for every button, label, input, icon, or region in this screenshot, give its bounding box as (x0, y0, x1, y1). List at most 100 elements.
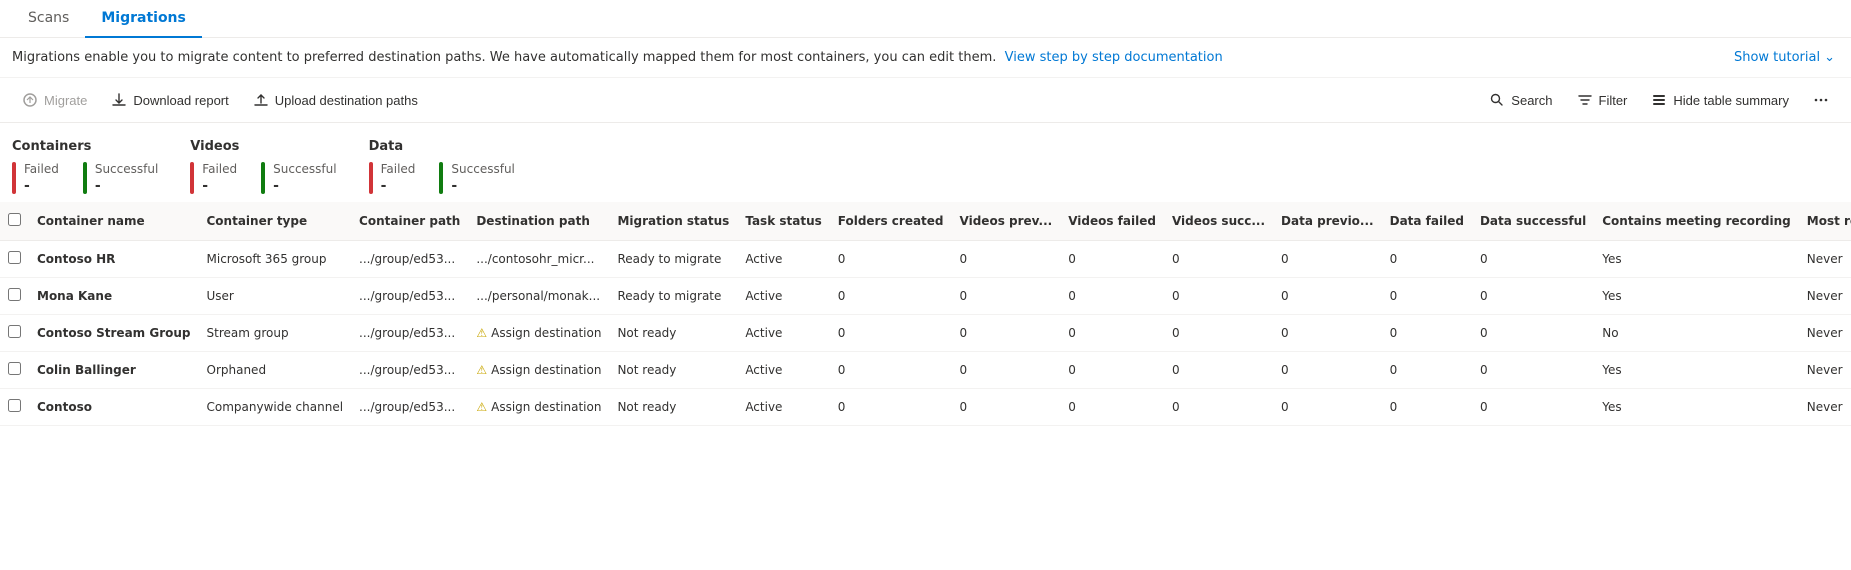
container-name-cell: Contoso (29, 389, 199, 426)
migration-status-cell: Ready to migrate (609, 241, 737, 278)
data-prev-cell: 0 (1273, 241, 1382, 278)
hide-summary-button[interactable]: Hide table summary (1641, 86, 1799, 114)
recent-migration-cell: Never (1799, 315, 1851, 352)
filter-button[interactable]: Filter (1567, 86, 1638, 114)
container-path-cell: .../group/ed53... (351, 241, 468, 278)
videos-succ-cell: 0 (1164, 315, 1273, 352)
row-checkbox-cell[interactable] (0, 389, 29, 426)
table-row: Mona Kane User .../group/ed53... .../per… (0, 278, 1851, 315)
data-prev-cell: 0 (1273, 315, 1382, 352)
data-prev-cell: 0 (1273, 389, 1382, 426)
toolbar-right: Search Filter Hide table summary (1479, 86, 1839, 114)
container-type-cell: Companywide channel (199, 389, 352, 426)
row-checkbox[interactable] (8, 399, 21, 412)
videos-prev-cell: 0 (952, 352, 1061, 389)
row-checkbox-cell[interactable] (0, 278, 29, 315)
tabs-bar: Scans Migrations (0, 0, 1851, 38)
data-failed-cell: 0 (1382, 389, 1472, 426)
row-checkbox-cell[interactable] (0, 315, 29, 352)
select-all-checkbox[interactable] (0, 202, 29, 241)
warning-icon: ⚠ (476, 326, 487, 340)
upload-icon (253, 92, 269, 108)
row-checkbox[interactable] (8, 325, 21, 338)
row-checkbox-cell[interactable] (0, 241, 29, 278)
task-status-cell: Active (737, 278, 829, 315)
col-meeting-recording: Contains meeting recording (1594, 202, 1799, 241)
search-icon (1489, 92, 1505, 108)
warning-icon: ⚠ (476, 400, 487, 414)
checkbox-all[interactable] (8, 213, 21, 226)
show-tutorial-button[interactable]: Show tutorial ⌄ (1734, 50, 1835, 65)
summary-bar-red-data (369, 162, 373, 194)
col-destination-path: Destination path (468, 202, 609, 241)
data-prev-cell: 0 (1273, 352, 1382, 389)
container-path-cell: .../group/ed53... (351, 315, 468, 352)
col-videos-prev: Videos prev... (952, 202, 1061, 241)
videos-prev-cell: 0 (952, 278, 1061, 315)
col-data-prev: Data previo... (1273, 202, 1382, 241)
summary-item-containers-successful: Successful - (83, 162, 158, 194)
data-failed-cell: 0 (1382, 241, 1472, 278)
container-name-cell: Colin Ballinger (29, 352, 199, 389)
videos-failed-cell: 0 (1060, 352, 1164, 389)
search-button[interactable]: Search (1479, 86, 1562, 114)
data-succ-cell: 0 (1472, 241, 1594, 278)
videos-failed-cell: 0 (1060, 389, 1164, 426)
row-checkbox[interactable] (8, 251, 21, 264)
more-icon (1813, 92, 1829, 108)
data-prev-cell: 0 (1273, 278, 1382, 315)
data-succ-cell: 0 (1472, 389, 1594, 426)
folders-created-cell: 0 (830, 352, 952, 389)
container-path-cell: .../group/ed53... (351, 278, 468, 315)
col-container-name[interactable]: Container name (29, 202, 199, 241)
container-path-cell: .../group/ed53... (351, 352, 468, 389)
filter-icon (1577, 92, 1593, 108)
row-checkbox-cell[interactable] (0, 352, 29, 389)
col-data-failed: Data failed (1382, 202, 1472, 241)
destination-cell: ⚠ Assign destination (468, 389, 609, 426)
container-path-cell: .../group/ed53... (351, 389, 468, 426)
recent-migration-cell: Never (1799, 352, 1851, 389)
videos-succ-cell: 0 (1164, 352, 1273, 389)
videos-succ-cell: 0 (1164, 241, 1273, 278)
row-checkbox[interactable] (8, 288, 21, 301)
col-recent-migration[interactable]: Most recent migration ↓ (1799, 202, 1851, 241)
videos-succ-cell: 0 (1164, 389, 1273, 426)
data-succ-cell: 0 (1472, 352, 1594, 389)
data-succ-cell: 0 (1472, 278, 1594, 315)
summary-item-data-successful: Successful - (439, 162, 514, 194)
data-table-container: Container name Container type Container … (0, 202, 1851, 426)
container-type-cell: Microsoft 365 group (199, 241, 352, 278)
summary-bar-green-videos (261, 162, 265, 194)
summary-bar-red-videos (190, 162, 194, 194)
summary-group-data: Data Failed - Successful - (369, 139, 515, 194)
meeting-recording-cell: Yes (1594, 241, 1799, 278)
videos-failed-cell: 0 (1060, 315, 1164, 352)
migrate-button[interactable]: Migrate (12, 86, 97, 114)
recent-migration-cell: Never (1799, 241, 1851, 278)
row-checkbox[interactable] (8, 362, 21, 375)
summary-group-containers: Containers Failed - Successful - (12, 139, 158, 194)
download-report-button[interactable]: Download report (101, 86, 238, 114)
container-type-cell: Orphaned (199, 352, 352, 389)
summary-item-containers-failed: Failed - (12, 162, 59, 194)
destination-cell: ⚠ Assign destination (468, 352, 609, 389)
upload-button[interactable]: Upload destination paths (243, 86, 428, 114)
col-container-path: Container path (351, 202, 468, 241)
tab-scans[interactable]: Scans (12, 0, 85, 38)
task-status-cell: Active (737, 352, 829, 389)
data-failed-cell: 0 (1382, 352, 1472, 389)
destination-cell: .../contosohr_micr... (468, 241, 609, 278)
tab-migrations[interactable]: Migrations (85, 0, 202, 38)
container-type-cell: User (199, 278, 352, 315)
more-button[interactable] (1803, 86, 1839, 114)
summary-groups: Containers Failed - Successful - (12, 139, 1839, 194)
recent-migration-cell: Never (1799, 278, 1851, 315)
warning-icon: ⚠ (476, 363, 487, 377)
info-link[interactable]: View step by step documentation (1005, 50, 1223, 65)
table-row: Contoso HR Microsoft 365 group .../group… (0, 241, 1851, 278)
col-data-successful: Data successful (1472, 202, 1594, 241)
container-type-cell: Stream group (199, 315, 352, 352)
videos-failed-cell: 0 (1060, 241, 1164, 278)
summary-group-title-data: Data (369, 139, 515, 154)
